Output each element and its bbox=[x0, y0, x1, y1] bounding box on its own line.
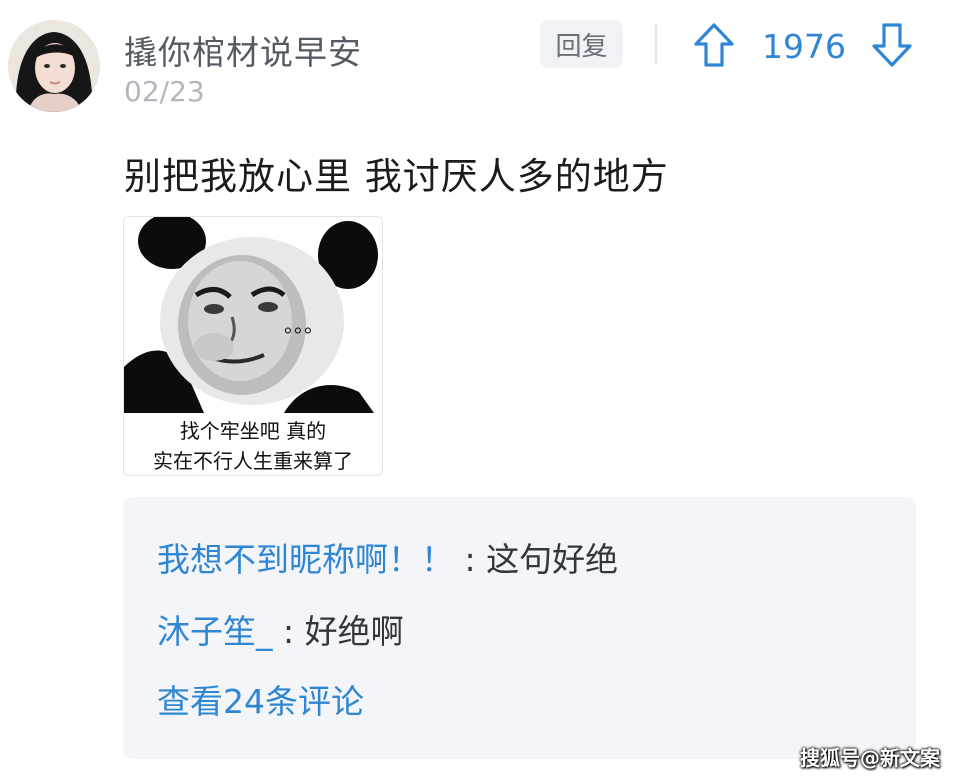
reply-button[interactable]: 回复 bbox=[540, 20, 623, 68]
post-date: 02/23 bbox=[124, 75, 205, 108]
comment-card: 撬你棺材说早安 02/23 回复 1976 别把我放心里 我讨厌人多的地方 。。… bbox=[0, 0, 960, 777]
meme-dots: 。。。 bbox=[284, 313, 324, 337]
downvote-button[interactable] bbox=[870, 22, 914, 68]
reply-item: 我想不到昵称啊！！ : 这句好绝 bbox=[157, 533, 618, 581]
view-all-replies-link[interactable]: 查看24条评论 bbox=[157, 675, 364, 723]
reply-item: 沐子笙_ : 好绝啊 bbox=[157, 605, 404, 653]
arrow-down-outline-icon bbox=[872, 23, 912, 67]
reply-username[interactable]: 沐子笙_ bbox=[157, 612, 273, 651]
replies-panel: 我想不到昵称啊！！ : 这句好绝 沐子笙_ : 好绝啊 查看24条评论 bbox=[123, 497, 916, 759]
reply-text: : 这句好绝 bbox=[454, 540, 619, 579]
divider bbox=[655, 24, 657, 64]
username[interactable]: 撬你棺材说早安 bbox=[124, 26, 362, 74]
upvote-button[interactable] bbox=[692, 22, 736, 68]
meme-caption-line2: 实在不行人生重来算了 bbox=[153, 449, 353, 473]
meme-image[interactable]: 。。。 找个牢坐吧 真的 实在不行人生重来算了 bbox=[123, 216, 383, 476]
meme-caption-line1: 找个牢坐吧 真的 bbox=[179, 419, 327, 443]
reply-text: : 好绝啊 bbox=[272, 612, 404, 651]
panda-meme-face-icon bbox=[124, 217, 382, 413]
avatar-portrait-icon bbox=[8, 20, 100, 112]
vote-count: 1976 bbox=[762, 27, 846, 66]
avatar[interactable] bbox=[8, 20, 100, 112]
reply-username[interactable]: 我想不到昵称啊！！ bbox=[157, 540, 454, 579]
post-text: 别把我放心里 我讨厌人多的地方 bbox=[124, 155, 669, 198]
arrow-up-outline-icon bbox=[694, 23, 734, 67]
watermark: 搜狐号@新文案 bbox=[800, 746, 940, 770]
